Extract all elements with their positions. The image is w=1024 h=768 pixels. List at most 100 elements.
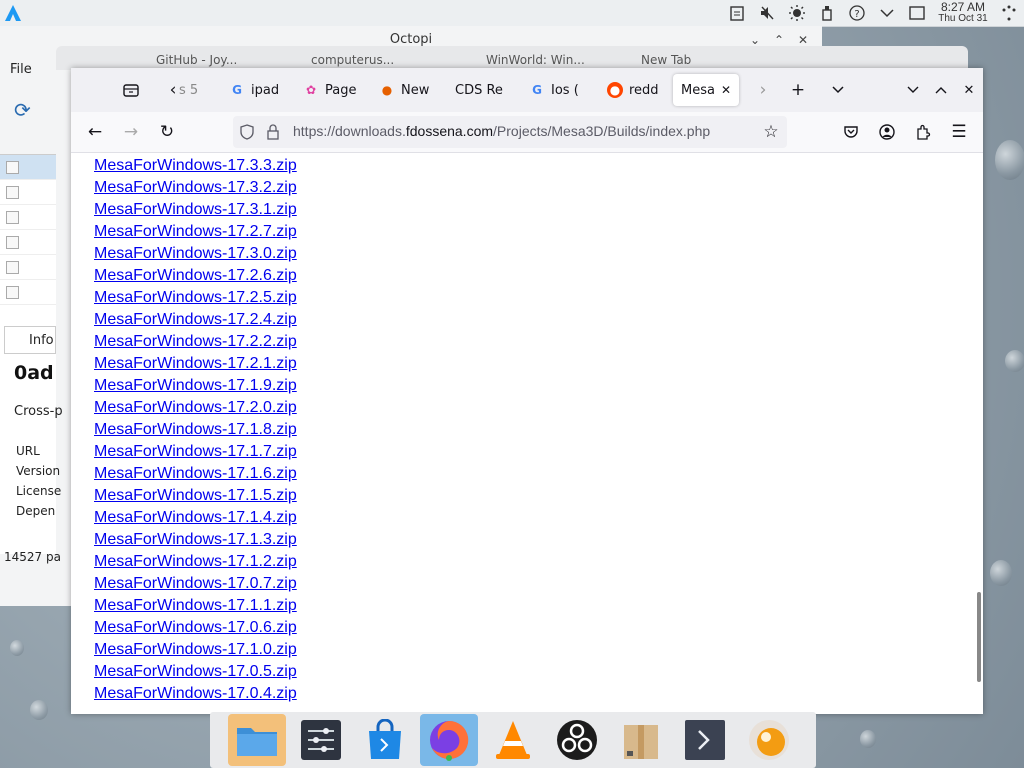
download-link[interactable]: MesaForWindows-17.1.4.zip (94, 509, 297, 526)
download-link[interactable]: MesaForWindows-17.3.3.zip (94, 157, 297, 174)
tab-label: ipad (251, 82, 280, 98)
volume-muted-icon[interactable] (752, 0, 782, 26)
forward-icon[interactable]: → (119, 120, 143, 144)
firefox-view-icon[interactable] (119, 78, 143, 102)
list-all-tabs-icon[interactable] (826, 78, 850, 102)
tab-active[interactable]: Mesa ✕ (673, 74, 739, 106)
back-tab[interactable]: New Tab (641, 50, 691, 70)
svg-text:?: ? (854, 9, 859, 20)
download-link[interactable]: MesaForWindows-17.1.7.zip (94, 443, 297, 460)
firefox-icon[interactable] (420, 714, 478, 766)
download-link[interactable]: MesaForWindows-17.2.0.zip (94, 399, 297, 416)
download-link[interactable]: MesaForWindows-17.2.2.zip (94, 333, 297, 350)
lock-icon[interactable] (261, 120, 285, 144)
download-link[interactable]: MesaForWindows-17.1.6.zip (94, 465, 297, 482)
download-link[interactable]: MesaForWindows-17.2.6.zip (94, 267, 297, 284)
download-link[interactable]: MesaForWindows-17.3.2.zip (94, 179, 297, 196)
download-link[interactable]: MesaForWindows-17.1.5.zip (94, 487, 297, 504)
download-link[interactable]: MesaForWindows-17.2.4.zip (94, 311, 297, 328)
window-icon[interactable] (902, 0, 932, 26)
tracking-protection-icon[interactable] (235, 120, 259, 144)
back-icon[interactable]: ← (83, 120, 107, 144)
back-tab[interactable]: GitHub - Joy... (156, 50, 237, 70)
brightness-icon[interactable] (782, 0, 812, 26)
download-link[interactable]: MesaForWindows-17.2.1.zip (94, 355, 297, 372)
download-link[interactable]: MesaForWindows-17.3.1.zip (94, 201, 297, 218)
list-item: MesaForWindows-17.3.3.zip (94, 155, 297, 177)
download-link[interactable]: MesaForWindows-17.1.8.zip (94, 421, 297, 438)
tab-4[interactable]: ● New (379, 74, 435, 106)
scrollbar[interactable] (977, 592, 981, 682)
url-text[interactable]: https://downloads.fdossena.com/Projects/… (293, 123, 710, 139)
list-item: MesaForWindows-17.1.9.zip (94, 375, 297, 397)
download-link[interactable]: MesaForWindows-17.2.7.zip (94, 223, 297, 240)
list-item[interactable] (0, 280, 56, 305)
list-item[interactable] (0, 180, 56, 205)
bookmark-star-icon[interactable]: ☆ (759, 120, 783, 144)
download-link[interactable]: MesaForWindows-17.1.0.zip (94, 641, 297, 658)
list-item[interactable] (0, 155, 56, 180)
download-link[interactable]: MesaForWindows-17.0.4.zip (94, 685, 297, 702)
download-link[interactable]: MesaForWindows-17.1.2.zip (94, 553, 297, 570)
download-link[interactable]: MesaForWindows-17.0.7.zip (94, 575, 297, 592)
menu-icon[interactable]: ☰ (947, 120, 971, 144)
octopi-menu-file[interactable]: File (10, 62, 32, 77)
list-item[interactable] (0, 205, 56, 230)
tab-6[interactable]: G Ios ( (529, 74, 585, 106)
checkbox[interactable] (6, 185, 19, 199)
vlc-icon[interactable] (484, 714, 542, 766)
minimize-icon[interactable] (901, 78, 925, 102)
tab-3[interactable]: ✿ Page (303, 74, 359, 106)
checkbox[interactable] (6, 235, 19, 249)
chevron-down-icon[interactable] (872, 0, 902, 26)
firefox-window[interactable]: ‹ s 5 Gipad ✿ Page ● New CDS Re G Ios ( ● re… (71, 68, 983, 714)
tab-1[interactable]: s 5 (179, 74, 213, 106)
tab-7[interactable]: ● redd (607, 74, 663, 106)
network-icon[interactable] (994, 0, 1024, 26)
reload-icon[interactable]: ↻ (155, 120, 179, 144)
file-manager-icon[interactable] (228, 714, 286, 766)
account-icon[interactable] (875, 120, 899, 144)
obs-icon[interactable] (548, 714, 606, 766)
close-tab-icon[interactable]: ✕ (721, 83, 731, 97)
back-tab[interactable]: WinWorld: Win... (486, 50, 585, 70)
tab-label: s 5 (179, 82, 199, 98)
back-tab[interactable]: computerus... (311, 50, 394, 70)
download-link[interactable]: MesaForWindows-17.0.5.zip (94, 663, 297, 680)
extensions-icon[interactable] (911, 120, 935, 144)
tab-info[interactable]: Info (4, 326, 56, 354)
clock[interactable]: 8:27 AM Thu Oct 31 (932, 1, 994, 24)
terminal-icon[interactable] (676, 714, 734, 766)
download-link[interactable]: MesaForWindows-17.0.6.zip (94, 619, 297, 636)
tab-scroll-right-icon[interactable]: › (751, 78, 775, 102)
usb-icon[interactable] (812, 0, 842, 26)
pocket-icon[interactable] (839, 120, 863, 144)
clipboard-icon[interactable] (722, 0, 752, 26)
checkbox[interactable] (6, 260, 19, 274)
close-window-icon[interactable]: ✕ (957, 78, 981, 102)
new-tab-icon[interactable]: + (786, 78, 810, 102)
download-link[interactable]: MesaForWindows-17.1.1.zip (94, 597, 297, 614)
package-list[interactable] (0, 154, 56, 335)
app-launcher-icon[interactable] (0, 0, 26, 26)
checkbox[interactable] (6, 160, 19, 174)
software-store-icon[interactable] (356, 714, 414, 766)
checkbox[interactable] (6, 285, 19, 299)
octopi-icon[interactable] (740, 714, 798, 766)
url-bar[interactable]: https://downloads.fdossena.com/Projects/… (233, 116, 787, 148)
help-icon[interactable]: ? (842, 0, 872, 26)
background-browser-window[interactable]: GitHub - Joy... computerus... WinWorld: … (56, 46, 968, 70)
download-link[interactable]: MesaForWindows-17.2.5.zip (94, 289, 297, 306)
checkbox[interactable] (6, 210, 19, 224)
tab-5[interactable]: CDS Re (455, 74, 505, 106)
package-icon[interactable] (612, 714, 670, 766)
tab-2[interactable]: Gipad (229, 74, 285, 106)
list-item[interactable] (0, 255, 56, 280)
maximize-icon[interactable] (929, 78, 953, 102)
download-link[interactable]: MesaForWindows-17.1.3.zip (94, 531, 297, 548)
settings-mixer-icon[interactable] (292, 714, 350, 766)
download-link[interactable]: MesaForWindows-17.3.0.zip (94, 245, 297, 262)
refresh-icon[interactable]: ⟳ (14, 98, 31, 122)
download-link[interactable]: MesaForWindows-17.1.9.zip (94, 377, 297, 394)
list-item[interactable] (0, 230, 56, 255)
